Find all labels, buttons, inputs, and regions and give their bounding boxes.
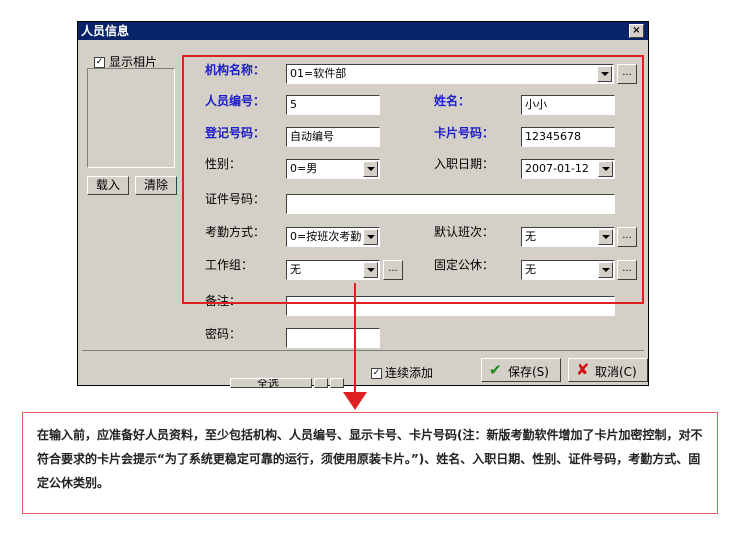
continuous-add-checkbox[interactable]: ✓	[371, 368, 382, 379]
continuous-add-label: 连续添加	[385, 366, 434, 380]
select-all-button[interactable]: 全选	[230, 378, 312, 388]
checkmark-icon: ✔	[489, 361, 502, 379]
cross-icon: ✘	[576, 360, 590, 379]
select-all-label: 全选	[257, 378, 279, 388]
extra-button[interactable]	[314, 378, 328, 388]
password-input[interactable]	[286, 328, 380, 348]
highlight-box	[182, 55, 644, 304]
annotation-box: 在输入前，应准备好人员资料，至少包括机构、人员编号、显示卡号、卡片号码(注：新版…	[22, 412, 718, 514]
show-photo-checkbox[interactable]: ✓	[94, 57, 105, 68]
photo-frame	[87, 68, 175, 168]
arrow-down-icon	[343, 392, 367, 410]
password-label: 密码：	[205, 327, 242, 341]
extra-button[interactable]	[330, 378, 344, 388]
arrow-line	[354, 283, 356, 395]
window-title: 人员信息	[81, 24, 130, 38]
close-button[interactable]: ×	[629, 24, 644, 38]
save-button[interactable]: ✔ 保存(S)	[481, 358, 561, 382]
cancel-label: 取消(C)	[595, 365, 637, 379]
save-label: 保存(S)	[508, 365, 549, 379]
annotation-text: 在输入前，应准备好人员资料，至少包括机构、人员编号、显示卡号、卡片号码(注：新版…	[37, 428, 703, 490]
footer-divider	[82, 350, 644, 351]
load-photo-button[interactable]: 载入	[87, 176, 129, 195]
person-info-dialog: 人员信息 × ✓ 显示相片 载入 清除 机构名称： 01=软件部 ... 人员编…	[77, 21, 649, 388]
cancel-button[interactable]: ✘ 取消(C)	[568, 358, 648, 382]
title-bar: 人员信息 ×	[78, 22, 648, 40]
clear-photo-button[interactable]: 清除	[135, 176, 177, 195]
show-photo-label: 显示相片	[109, 55, 158, 69]
